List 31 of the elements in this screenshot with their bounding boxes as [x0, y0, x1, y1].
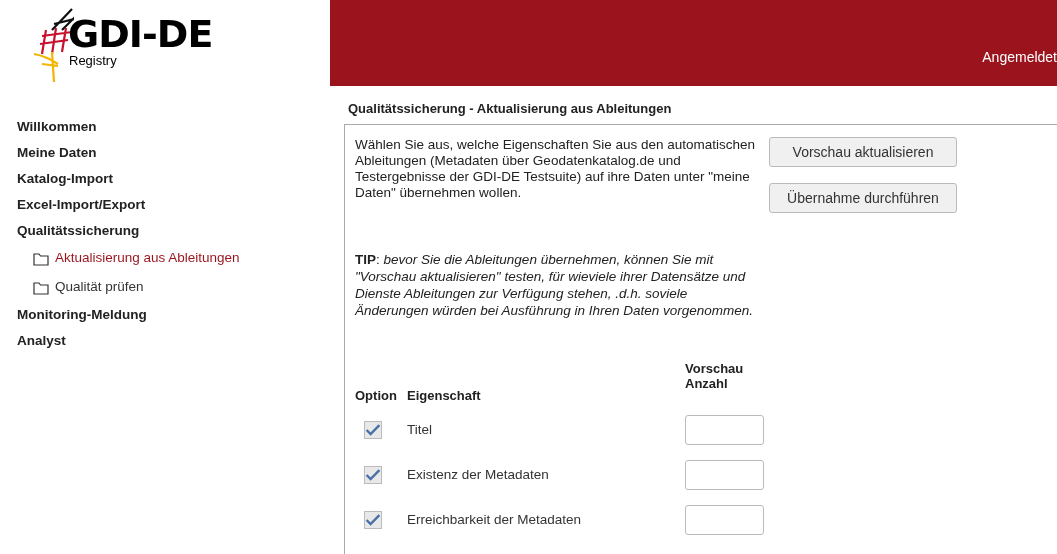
page-title: Qualitätssicherung - Aktualisierung aus Ableitungen	[347, 99, 673, 118]
folder-icon	[33, 280, 49, 295]
logo-title: GDI-DE	[68, 16, 213, 52]
checkbox[interactable]	[364, 511, 382, 529]
count-field[interactable]	[685, 505, 764, 535]
count-field[interactable]	[685, 460, 764, 490]
nav-item[interactable]: Qualitätssicherung	[0, 218, 330, 244]
intro-text: Wählen Sie aus, welche Eigenschaften Sie aus den automatischen Ableitungen (Metadaten über Geodatenkatalog.de und Testergebnisse der GDI-DE Testsuite) auf ihre Daten unter "meine Daten" übernehmen wollen.	[355, 137, 756, 202]
logo-subtitle: Registry	[69, 54, 118, 68]
count-field[interactable]	[685, 415, 764, 445]
folder-icon	[33, 251, 49, 266]
property-label: Existenz der Metadaten	[407, 465, 550, 484]
tip-text: TIP: bevor Sie die Ableitungen übernehmen, können Sie mit "Vorschau aktualisieren" testen, für wieviele ihrer Datensätze und Dienste Ableitungen zur Verfügung stehen, .d.h. soviele Änderungen würden bei Ausführung in Ihren Daten vorgenommen.	[355, 251, 754, 319]
action-button[interactable]: Übernahme durchführen	[769, 183, 957, 213]
column-header: Vorschau Anzahl	[685, 361, 745, 391]
action-button[interactable]: Vorschau aktualisieren	[769, 137, 957, 167]
login-status: Angemeldet	[982, 47, 1057, 67]
nav-item[interactable]: Katalog-Import	[0, 166, 330, 192]
column-header: Option	[355, 386, 398, 405]
nav-subitem[interactable]: Qualität prüfen	[55, 277, 144, 298]
property-label: Erreichbarkeit der Metadaten	[407, 510, 583, 529]
nav-subitem[interactable]: Aktualisierung aus Ableitungen	[55, 248, 240, 269]
checkbox[interactable]	[364, 421, 382, 439]
nav-item[interactable]: Monitoring-Meldung	[0, 302, 330, 328]
nav-item[interactable]: Willkommen	[0, 114, 330, 140]
nav-item[interactable]: Meine Daten	[0, 140, 330, 166]
property-label: Titel	[407, 420, 433, 439]
checkbox[interactable]	[364, 466, 382, 484]
column-header: Eigenschaft	[407, 386, 482, 405]
nav-item[interactable]: Analyst	[0, 328, 330, 354]
nav-item[interactable]: Excel-Import/Export	[0, 192, 330, 218]
